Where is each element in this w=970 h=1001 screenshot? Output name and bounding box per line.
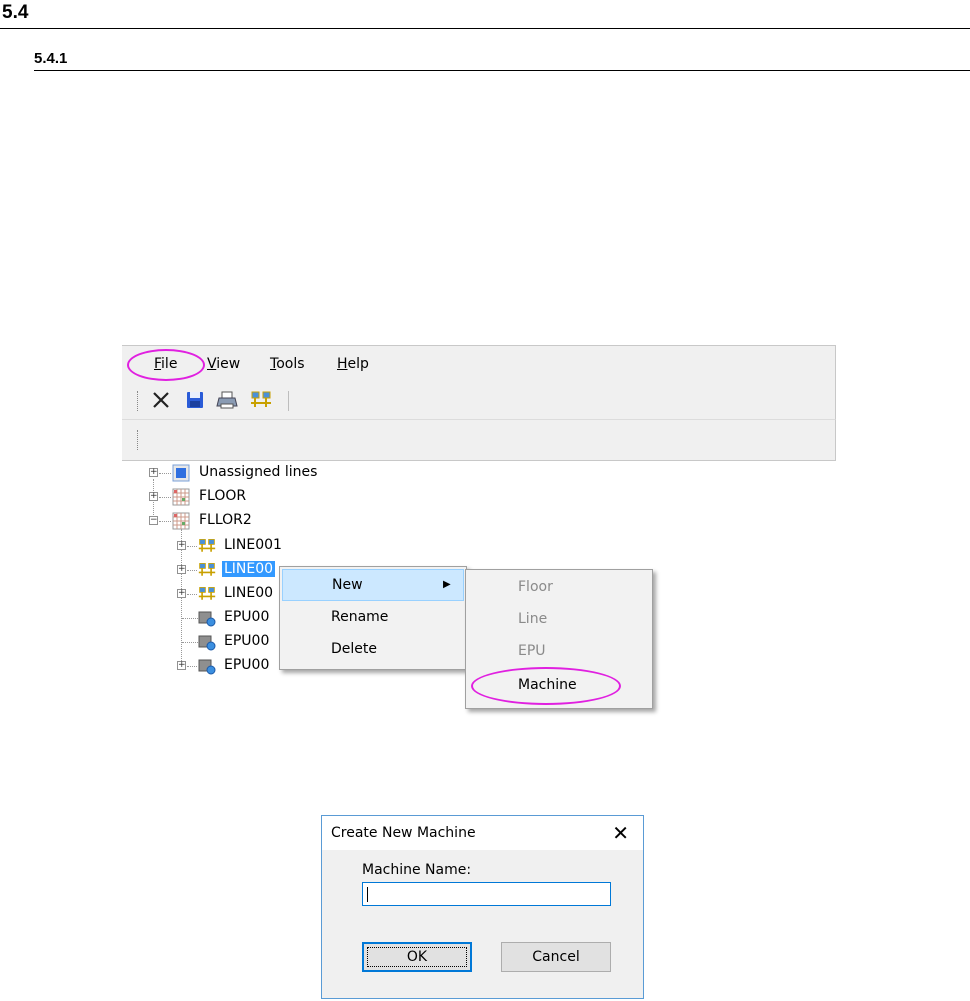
save-icon[interactable]: [184, 389, 206, 411]
expand-icon[interactable]: +: [177, 541, 186, 550]
toolbar: [122, 383, 836, 419]
tree-connector: [187, 570, 197, 572]
network-icon: [198, 585, 216, 603]
menu-help[interactable]: Help: [337, 356, 369, 372]
tree-connector: [187, 666, 197, 668]
context-menu: New ▶ Rename Delete: [279, 566, 467, 670]
machine-name-input[interactable]: [362, 882, 611, 906]
expand-icon[interactable]: +: [149, 468, 158, 477]
submenu-epu[interactable]: EPU: [468, 636, 650, 668]
focus-rect: [367, 947, 467, 967]
app-window: File View Tools Help + Unassigned lines …: [122, 345, 836, 745]
toolbar-separator: [288, 391, 289, 411]
blue-square-icon: [172, 464, 190, 482]
section-rule: [0, 28, 970, 29]
collapse-icon[interactable]: −: [149, 516, 158, 525]
section-number: 5.4: [2, 2, 29, 23]
tree-connector: [182, 642, 198, 644]
tree-item[interactable]: − FLLOR2: [146, 511, 446, 531]
submenu-floor[interactable]: Floor: [468, 572, 650, 604]
subsection-rule: [34, 70, 970, 71]
menu-tools[interactable]: Tools: [270, 356, 305, 372]
context-menu-delete[interactable]: Delete: [282, 634, 464, 666]
tree-item-label: EPU00: [224, 609, 270, 625]
submenu-label: Floor: [518, 579, 553, 595]
menu-view[interactable]: View: [207, 356, 240, 372]
context-menu-label: Rename: [331, 609, 389, 625]
submenu-label: Line: [518, 611, 548, 627]
network-icon: [198, 537, 216, 555]
context-menu-label: Delete: [331, 641, 377, 657]
expand-icon[interactable]: +: [177, 589, 186, 598]
tree-item[interactable]: + LINE001: [174, 536, 374, 556]
tree-item-label: EPU00: [224, 633, 270, 649]
text-caret: [367, 887, 368, 902]
floor-grid-icon: [172, 512, 190, 530]
highlight-ellipse: [471, 667, 621, 705]
cancel-label: Cancel: [532, 949, 580, 965]
highlight-ellipse: [127, 349, 205, 381]
tree-connector: [159, 497, 171, 499]
tree-connector: [159, 473, 171, 475]
menu-bar: File View Tools Help: [122, 345, 836, 383]
submenu-arrow-icon: ▶: [443, 579, 451, 590]
machine-name-label: Machine Name:: [362, 862, 472, 878]
context-menu-label: New: [332, 577, 363, 593]
context-menu-new[interactable]: New ▶: [282, 569, 464, 601]
submenu-line[interactable]: Line: [468, 604, 650, 636]
network-icon[interactable]: [250, 389, 272, 411]
tree-item[interactable]: + FLOOR: [146, 487, 446, 507]
network-icon: [198, 561, 216, 579]
dialog-title: Create New Machine: [331, 825, 476, 841]
context-menu-rename[interactable]: Rename: [282, 602, 464, 634]
tree-item-label: LINE00: [222, 561, 276, 577]
toolbar-grip[interactable]: [137, 430, 140, 450]
expand-icon[interactable]: +: [177, 661, 186, 670]
tree-item[interactable]: + Unassigned lines: [146, 463, 446, 483]
tree-connector: [187, 594, 197, 596]
tree-item-label: LINE001: [224, 537, 282, 553]
submenu-label: EPU: [518, 643, 546, 659]
dialog-body: Machine Name: OK Cancel: [322, 850, 643, 998]
subsection-number: 5.4.1: [34, 50, 68, 67]
secondary-toolbar: [122, 419, 836, 461]
tree-connector: [182, 618, 198, 620]
epu-gear-icon: [198, 609, 216, 627]
tree-item-label: FLLOR2: [199, 512, 252, 528]
close-icon[interactable]: ✕: [612, 821, 629, 845]
expand-icon[interactable]: +: [149, 492, 158, 501]
tree-connector: [187, 546, 197, 548]
ok-button[interactable]: OK: [362, 942, 472, 972]
tree-connector: [159, 521, 171, 523]
floor-grid-icon: [172, 488, 190, 506]
cancel-button[interactable]: Cancel: [501, 942, 611, 972]
create-machine-dialog: Create New Machine ✕ Machine Name: OK Ca…: [321, 815, 644, 999]
epu-gear-icon: [198, 657, 216, 675]
close-x-icon[interactable]: [150, 389, 172, 411]
epu-gear-icon: [198, 633, 216, 651]
toolbar-grip[interactable]: [137, 391, 140, 411]
tree-item-label: FLOOR: [199, 488, 247, 504]
expand-icon[interactable]: +: [177, 565, 186, 574]
print-icon[interactable]: [216, 389, 238, 411]
tree-item-label: LINE00: [224, 585, 274, 601]
tree-item-label: Unassigned lines: [199, 464, 318, 480]
tree-item-label: EPU00: [224, 657, 270, 673]
